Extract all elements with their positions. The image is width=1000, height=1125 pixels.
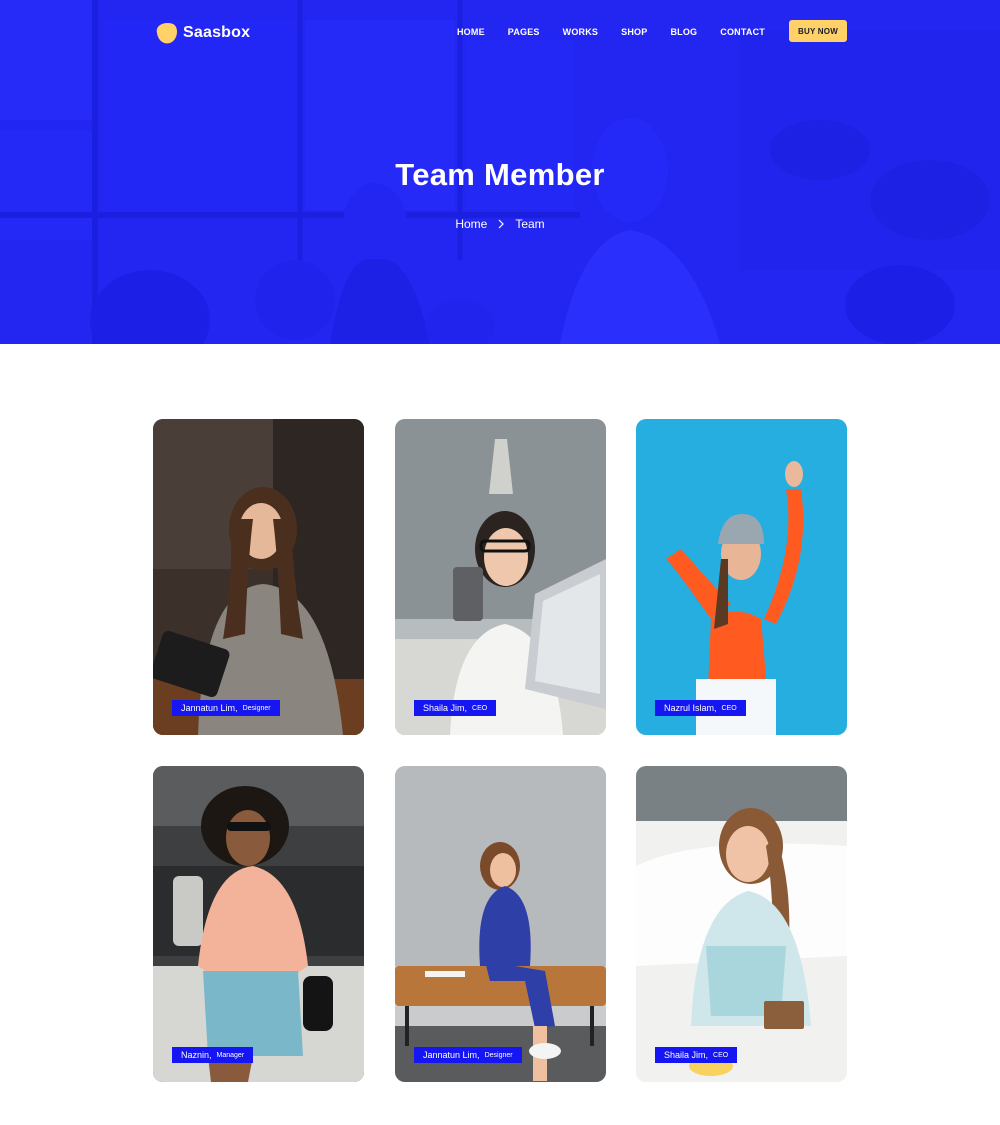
page-title: Team Member — [395, 157, 605, 192]
breadcrumb-home-link[interactable]: Home — [455, 217, 487, 231]
nav-shop[interactable]: SHOP — [621, 27, 647, 37]
member-name-tag: Shaila Jim, CEO — [655, 1047, 738, 1063]
member-name: Jannatun Lim — [181, 703, 236, 713]
brand-logo[interactable]: Saasbox — [153, 20, 250, 46]
member-name-tag: Nazrul Islam, CEO — [655, 700, 746, 716]
member-role: Designer — [484, 1051, 513, 1059]
nav-home[interactable]: HOME — [457, 27, 485, 37]
member-name: Shaila Jim — [664, 1050, 706, 1060]
team-card[interactable]: Naznin, Manager — [153, 766, 364, 1082]
team-card[interactable]: Shaila Jim, CEO — [636, 766, 847, 1082]
logo-blob-icon — [156, 23, 178, 44]
member-name: Shaila Jim — [423, 703, 465, 713]
breadcrumb-current: Team — [515, 217, 545, 231]
member-role: Manager — [216, 1051, 245, 1059]
brand-name: Saasbox — [183, 24, 251, 41]
team-card[interactable]: Jannatun Lim, Designer — [395, 766, 606, 1082]
member-name-tag: Jannatun Lim, Designer — [172, 700, 280, 716]
chevron-right-icon — [498, 219, 505, 229]
team-member-photo — [153, 766, 364, 1082]
member-role: CEO — [472, 704, 488, 712]
nav-works[interactable]: WORKS — [563, 27, 599, 37]
member-role: CEO — [721, 704, 737, 712]
hero-banner: Saasbox HOME PAGES WORKS SHOP BLOG CONTA… — [0, 0, 1000, 344]
team-member-photo — [395, 766, 606, 1082]
member-name: Jannatun Lim — [423, 1050, 478, 1060]
top-navbar: Saasbox HOME PAGES WORKS SHOP BLOG CONTA… — [153, 18, 847, 46]
team-member-photo — [636, 766, 847, 1082]
member-name: Nazrul Islam — [664, 703, 715, 713]
team-card[interactable]: Jannatun Lim, Designer — [153, 419, 364, 735]
main-menu: HOME PAGES WORKS SHOP BLOG CONTACT — [434, 18, 765, 46]
member-name: Naznin — [181, 1050, 210, 1060]
team-card[interactable]: Nazrul Islam, CEO — [636, 419, 847, 735]
member-role: Designer — [242, 704, 271, 712]
member-name-tag: Jannatun Lim, Designer — [414, 1047, 522, 1063]
buy-now-button[interactable]: BUY NOW — [789, 20, 847, 42]
team-card[interactable]: Shaila Jim, CEO — [395, 419, 606, 735]
team-member-photo — [153, 419, 364, 735]
nav-contact[interactable]: CONTACT — [720, 27, 765, 37]
team-member-photo — [395, 419, 606, 735]
nav-blog[interactable]: BLOG — [670, 27, 697, 37]
team-member-photo — [636, 419, 847, 735]
member-name-tag: Naznin, Manager — [172, 1047, 254, 1063]
nav-pages[interactable]: PAGES — [508, 27, 540, 37]
member-role: CEO — [713, 1051, 729, 1059]
member-name-tag: Shaila Jim, CEO — [414, 700, 497, 716]
breadcrumb: Home Team — [0, 217, 1000, 231]
